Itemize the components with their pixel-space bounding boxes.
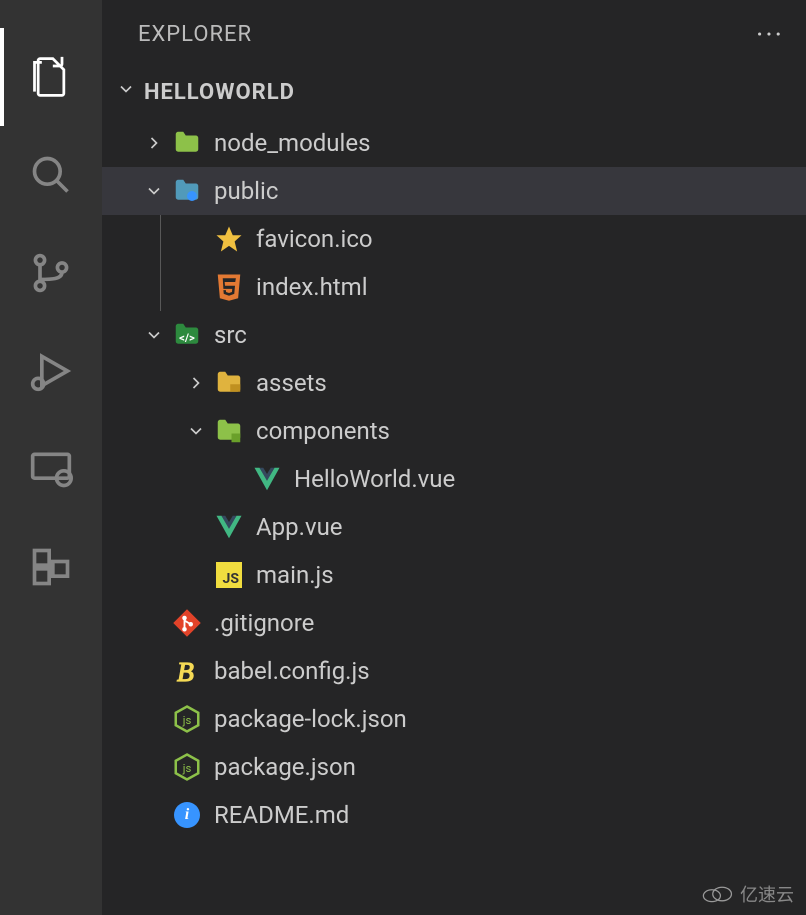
explorer-sidebar: EXPLORER ··· HELLOWORLD node_modules <box>102 0 806 915</box>
tree-file-main-js[interactable]: JS main.js <box>102 551 806 599</box>
svg-text:B: B <box>177 656 194 686</box>
tree-folder-components[interactable]: components <box>102 407 806 455</box>
tree-label: favicon.ico <box>256 225 373 253</box>
nodejs-icon: js <box>172 752 202 782</box>
tree-label: index.html <box>256 273 368 301</box>
tree-label: components <box>256 417 390 445</box>
git-icon <box>172 608 202 638</box>
tree-file-package-json[interactable]: js package.json <box>102 743 806 791</box>
star-icon <box>214 224 244 254</box>
activity-search[interactable] <box>0 126 102 224</box>
svg-text:js: js <box>182 762 192 775</box>
activity-explorer[interactable] <box>0 28 102 126</box>
tree-file-readme[interactable]: i README.md <box>102 791 806 839</box>
tree-file-babel-config[interactable]: B babel.config.js <box>102 647 806 695</box>
tree-label: README.md <box>214 801 349 829</box>
folder-public-icon <box>172 176 202 206</box>
js-icon: JS <box>214 560 244 590</box>
tree-label: package.json <box>214 753 356 781</box>
tree-label: public <box>214 177 278 205</box>
tree-file-index-html[interactable]: index.html <box>102 263 806 311</box>
watermark: 亿速云 <box>700 881 794 907</box>
chevron-down-icon <box>184 421 208 441</box>
tree-file-helloworld-vue[interactable]: HelloWorld.vue <box>102 455 806 503</box>
tree-label: main.js <box>256 561 334 589</box>
tree-label: HelloWorld.vue <box>294 465 455 493</box>
activity-remote[interactable] <box>0 420 102 518</box>
tree-label: node_modules <box>214 129 370 157</box>
sidebar-header: EXPLORER ··· <box>102 0 806 69</box>
chevron-right-icon <box>184 373 208 393</box>
activity-extensions[interactable] <box>0 518 102 616</box>
vue-icon <box>252 464 282 494</box>
tree-file-favicon[interactable]: favicon.ico <box>102 215 806 263</box>
tree-folder-public[interactable]: public <box>102 167 806 215</box>
svg-text:js: js <box>182 714 192 727</box>
tree-folder-assets[interactable]: assets <box>102 359 806 407</box>
html5-icon <box>214 272 244 302</box>
chevron-down-icon <box>116 79 136 105</box>
tree-file-app-vue[interactable]: App.vue <box>102 503 806 551</box>
project-header[interactable]: HELLOWORLD <box>102 69 806 115</box>
activity-bar <box>0 0 102 915</box>
sidebar-title: EXPLORER <box>138 22 252 47</box>
svg-text:</>: </> <box>179 331 195 344</box>
info-icon: i <box>172 800 202 830</box>
folder-components-icon <box>214 416 244 446</box>
chevron-down-icon <box>142 181 166 201</box>
babel-icon: B <box>172 656 202 686</box>
tree-file-package-lock[interactable]: js package-lock.json <box>102 695 806 743</box>
watermark-text: 亿速云 <box>740 881 794 907</box>
chevron-right-icon <box>142 133 166 153</box>
tree-folder-src[interactable]: </> src <box>102 311 806 359</box>
tree-file-gitignore[interactable]: .gitignore <box>102 599 806 647</box>
project-name: HELLOWORLD <box>144 80 295 105</box>
tree-label: assets <box>256 369 327 397</box>
tree-label: src <box>214 321 247 349</box>
indent-guide <box>160 215 161 263</box>
folder-assets-icon <box>214 368 244 398</box>
chevron-down-icon <box>142 325 166 345</box>
tree-label: package-lock.json <box>214 705 407 733</box>
activity-source-control[interactable] <box>0 224 102 322</box>
tree-folder-node-modules[interactable]: node_modules <box>102 119 806 167</box>
more-actions-icon[interactable]: ··· <box>756 18 784 51</box>
nodejs-icon: js <box>172 704 202 734</box>
tree-label: .gitignore <box>214 609 314 637</box>
tree-label: App.vue <box>256 513 343 541</box>
activity-debug[interactable] <box>0 322 102 420</box>
file-tree: node_modules public favicon.ico <box>102 115 806 839</box>
folder-src-icon: </> <box>172 320 202 350</box>
vue-icon <box>214 512 244 542</box>
indent-guide <box>160 263 161 311</box>
folder-icon <box>172 128 202 158</box>
tree-label: babel.config.js <box>214 657 370 685</box>
